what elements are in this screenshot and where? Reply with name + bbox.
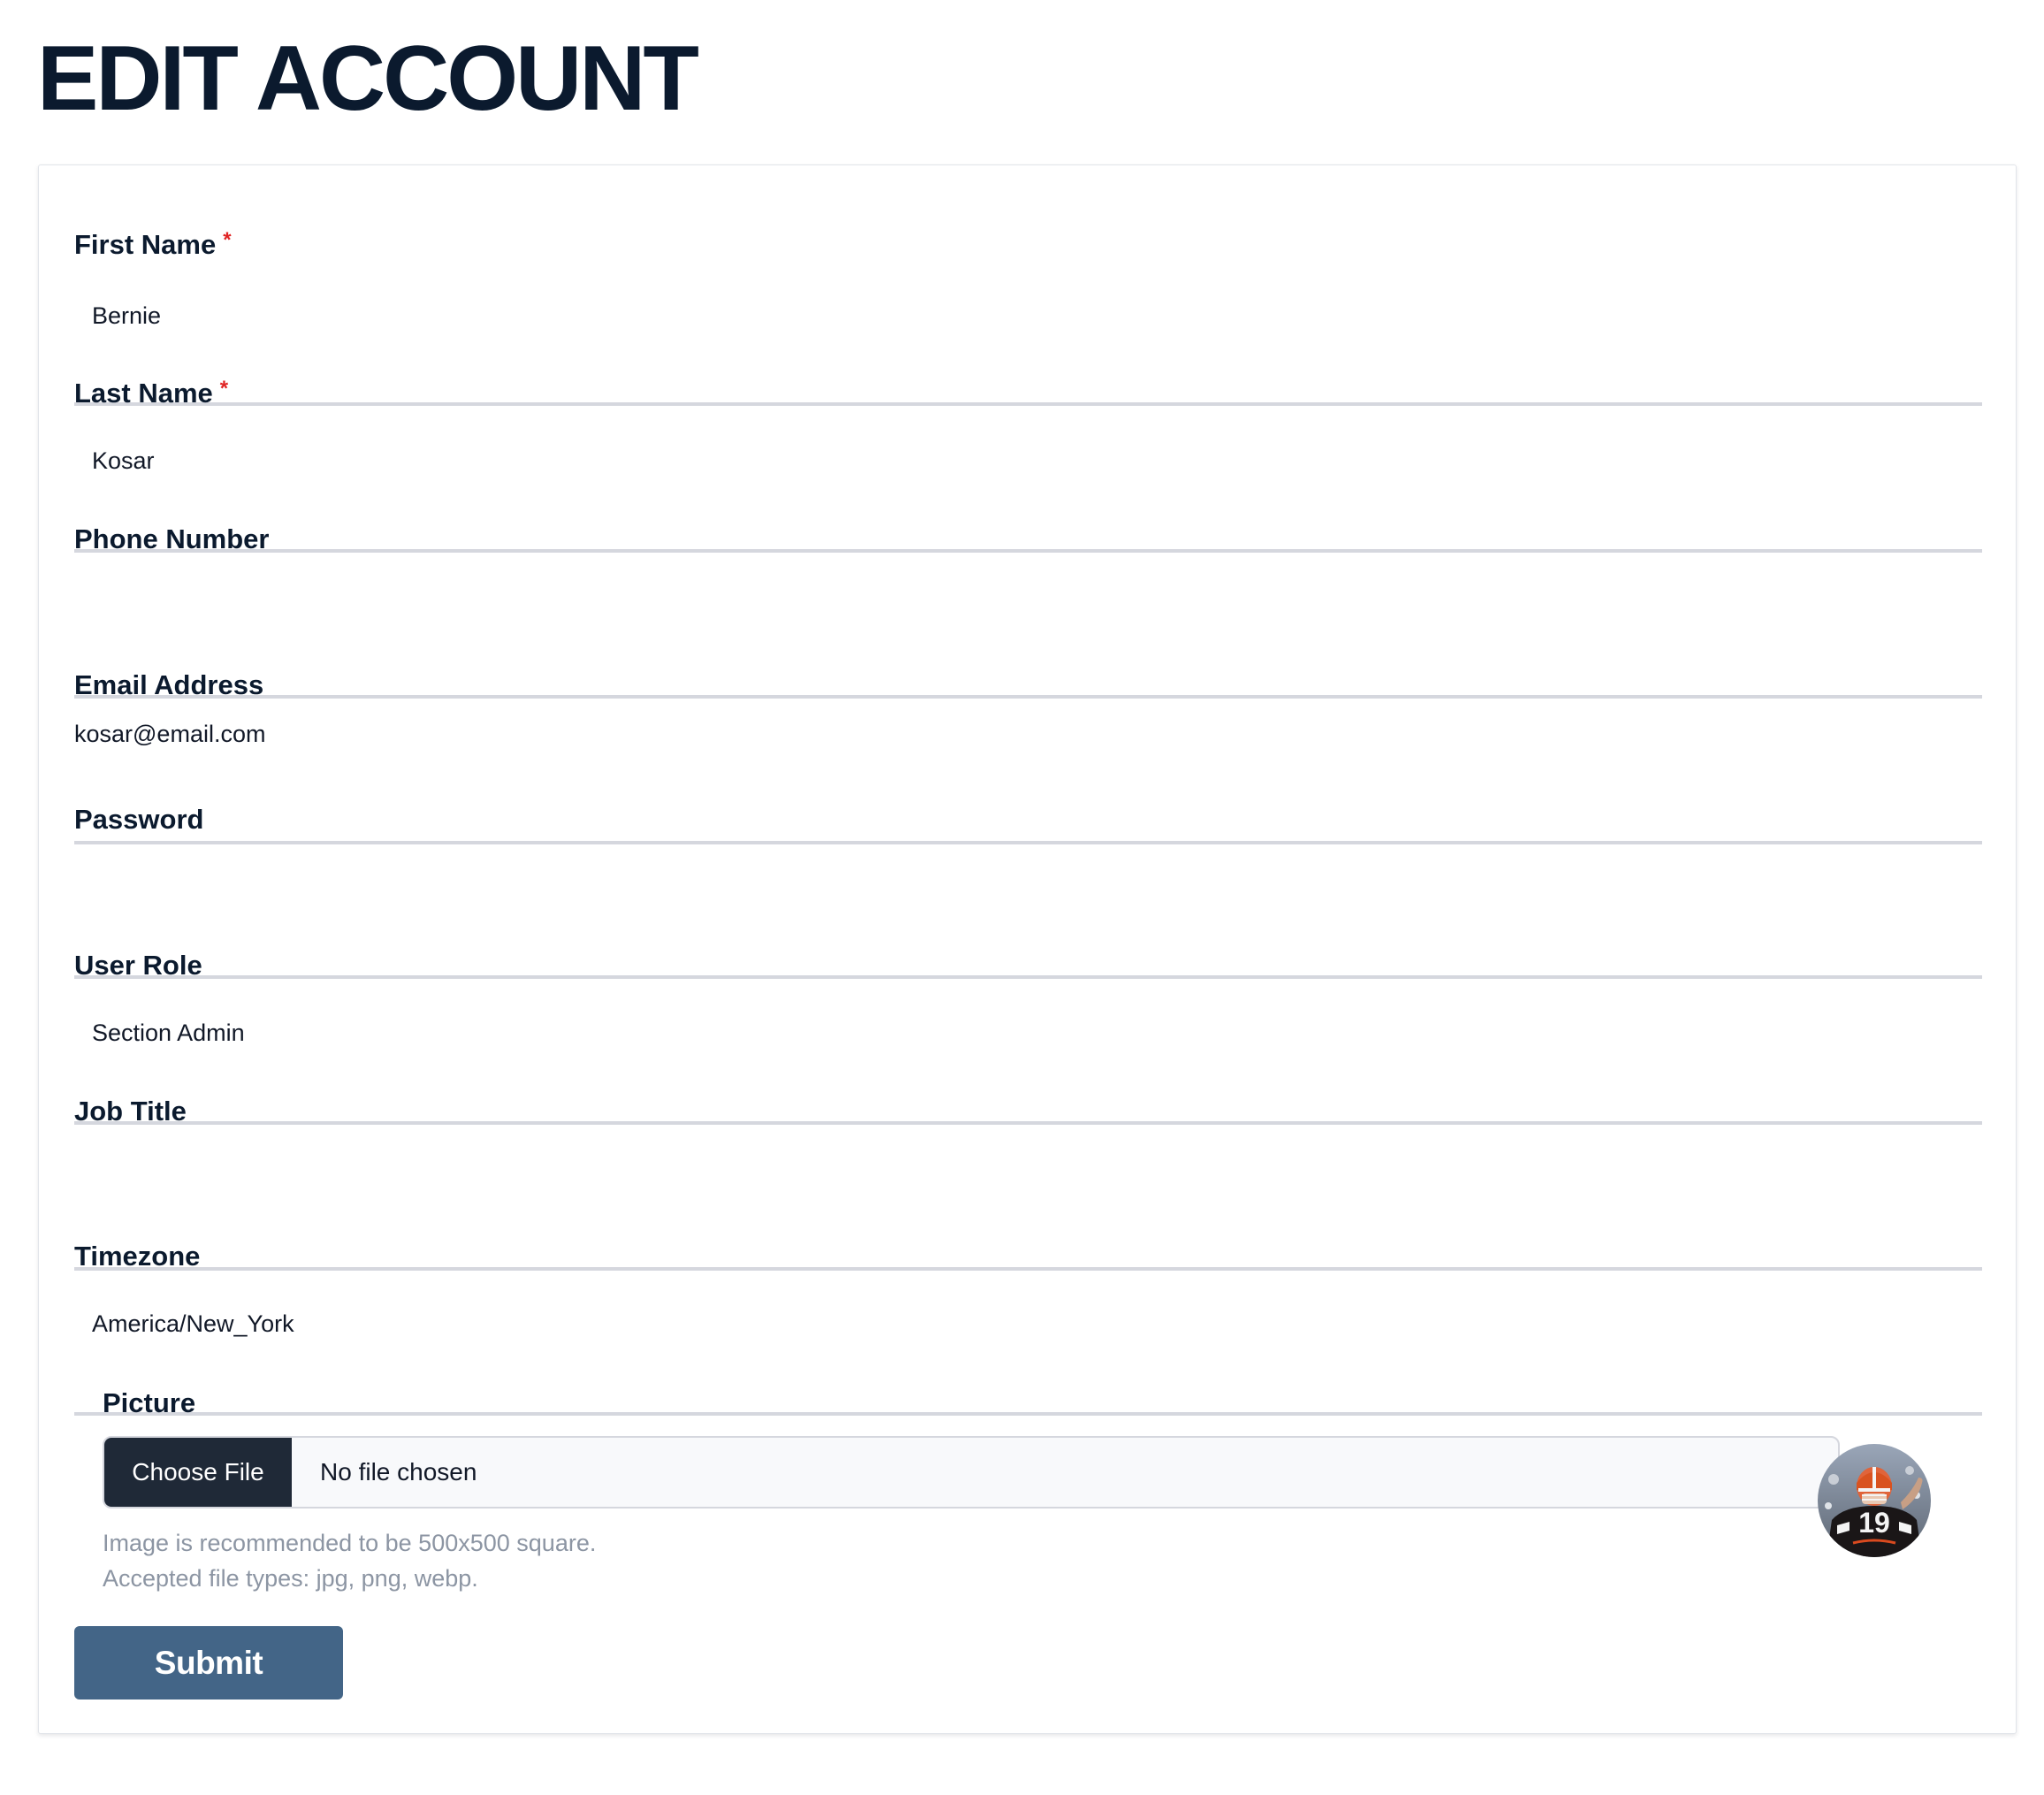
password-label: Password (74, 804, 204, 835)
last-name-label: Last Name * (74, 376, 228, 414)
first-name-input[interactable] (74, 291, 1982, 340)
jersey-number: 19 (1858, 1507, 1890, 1539)
user-role-label: User Role (74, 950, 202, 981)
page-title: EDIT ACCOUNT (37, 27, 699, 130)
image-size-hint: Image is recommended to be 500x500 squar… (103, 1530, 597, 1556)
first-name-label-text: First Name (74, 229, 217, 260)
password-input[interactable] (74, 862, 1982, 912)
last-name-input[interactable] (74, 436, 1982, 485)
timezone-label: Timezone (74, 1241, 201, 1272)
submit-button[interactable]: Submit (74, 1626, 343, 1700)
last-name-label-text: Last Name (74, 378, 213, 409)
phone-number-input[interactable] (74, 582, 1982, 631)
timezone-field: Timezone (74, 1239, 1982, 1416)
edit-account-card: First Name* Last Name* Phone Number Emai… (38, 164, 2017, 1734)
player-photo-icon: 19 (1818, 1444, 1931, 1557)
job-title-input[interactable] (74, 1154, 1982, 1203)
choose-file-button[interactable]: Choose File (104, 1438, 292, 1507)
avatar: 19 (1818, 1444, 1931, 1557)
file-upload-control[interactable]: Choose File No file chosen (103, 1436, 1840, 1509)
phone-number-label: Phone Number (74, 523, 270, 554)
file-types-hint: Accepted file types: jpg, png, webp. (103, 1565, 478, 1592)
user-role-input[interactable] (74, 1008, 1982, 1058)
picture-label: Picture (103, 1387, 196, 1418)
first-name-label: First Name * (74, 227, 232, 265)
timezone-input[interactable] (74, 1299, 1982, 1348)
file-status-text: No file chosen (320, 1458, 477, 1486)
job-title-label: Job Title (74, 1096, 187, 1127)
email-address-input[interactable] (74, 709, 1982, 759)
required-mark: * (219, 377, 229, 401)
email-address-label: Email Address (74, 669, 264, 700)
required-mark: * (223, 228, 232, 252)
